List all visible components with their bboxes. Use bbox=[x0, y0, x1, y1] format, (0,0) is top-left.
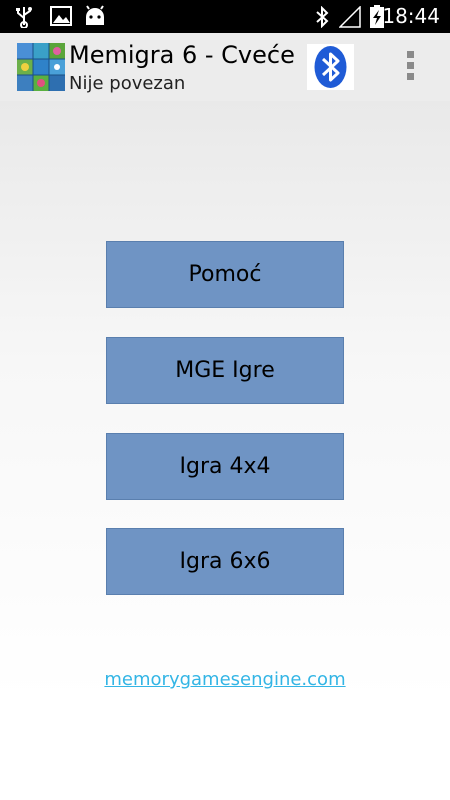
bluetooth-button[interactable] bbox=[307, 44, 354, 90]
signal-icon bbox=[339, 6, 361, 28]
game-6x6-button[interactable]: Igra 6x6 bbox=[106, 528, 344, 595]
bluetooth-icon bbox=[316, 6, 329, 28]
flower-memory-icon[interactable] bbox=[17, 43, 65, 91]
action-bar: Memigra 6 - Cveće Nije povezan bbox=[0, 33, 450, 101]
game-4x4-button[interactable]: Igra 4x4 bbox=[106, 433, 344, 500]
image-icon bbox=[50, 6, 72, 26]
mge-games-button[interactable]: MGE Igre bbox=[106, 337, 344, 404]
website-link[interactable]: memorygamesengine.com bbox=[0, 669, 450, 690]
connection-status: Nije povezan bbox=[69, 73, 186, 94]
status-bar: 18:44 bbox=[0, 0, 450, 33]
overflow-menu-icon bbox=[400, 51, 420, 80]
help-button[interactable]: Pomoć bbox=[106, 241, 344, 308]
bluetooth-icon bbox=[314, 46, 347, 88]
main-content: Pomoć MGE Igre Igra 4x4 Igra 6x6 memoryg… bbox=[0, 101, 450, 800]
app-title: Memigra 6 - Cveće bbox=[69, 41, 295, 69]
android-icon bbox=[86, 5, 104, 25]
status-time: 18:44 bbox=[382, 4, 440, 28]
overflow-menu-button[interactable] bbox=[400, 51, 420, 85]
usb-icon bbox=[16, 7, 32, 28]
